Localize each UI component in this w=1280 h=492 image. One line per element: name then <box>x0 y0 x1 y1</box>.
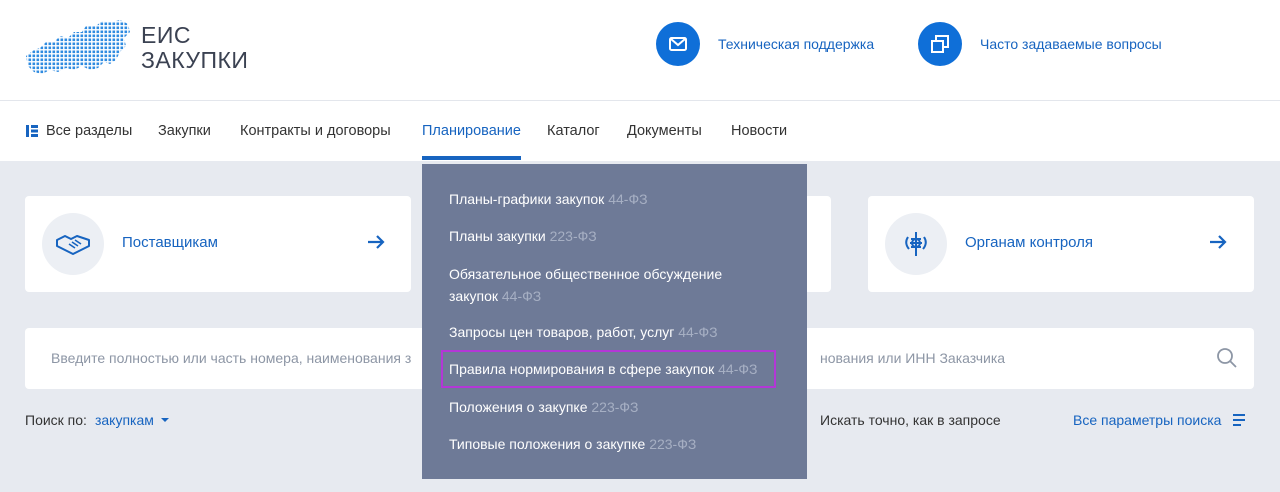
search-by-value: закупкам <box>94 412 154 428</box>
dropdown-item-label: Положения о закупке <box>449 399 588 415</box>
search-by-dropdown[interactable]: закупкам <box>95 412 170 428</box>
highlight-box <box>441 350 776 388</box>
suppliers-label: Поставщикам <box>122 234 218 251</box>
control-card[interactable]: Органам контроля <box>868 196 1254 292</box>
mail-icon <box>656 22 700 66</box>
dropdown-item-law: 223-ФЗ <box>549 228 597 244</box>
emblem-icon <box>885 213 947 275</box>
all-params-link[interactable]: Все параметры поиска <box>1073 412 1247 428</box>
search-icon[interactable] <box>1216 347 1238 369</box>
dropdown-item-law: 44-ФЗ <box>678 324 718 340</box>
dropdown-item-label: Планы закупки <box>449 228 546 244</box>
dropdown-item-label: Типовые положения о закупке <box>449 436 646 452</box>
nav-active-indicator <box>422 156 521 160</box>
dropdown-item-law: 223-ФЗ <box>649 436 697 452</box>
suppliers-card[interactable]: Поставщикам <box>25 196 411 292</box>
dropdown-item-label: Планы-графики закупок <box>449 191 605 207</box>
nav-contracts[interactable]: Контракты и договоры <box>240 101 391 161</box>
faq-label: Часто задаваемые вопросы <box>980 36 1162 52</box>
search-by-label: Поиск по: <box>25 412 87 428</box>
dropdown-item[interactable]: Обязательное общественное обсуждение зак… <box>449 263 722 307</box>
logo-line-1: ЕИС <box>141 22 191 48</box>
support-link[interactable]: Техническая поддержка <box>656 22 874 66</box>
search-placeholder: Введите полностью или часть номера, наим… <box>51 350 412 366</box>
nav-news[interactable]: Новости <box>731 101 787 161</box>
dropdown-item[interactable]: Типовые положения о закупке 223-ФЗ <box>449 433 696 455</box>
filter-lines-icon <box>1233 414 1246 426</box>
faq-link[interactable]: Часто задаваемые вопросы <box>918 22 1162 66</box>
nav-all-sections-label: Все разделы <box>46 123 133 139</box>
support-label: Техническая поддержка <box>718 36 875 52</box>
nav-all-sections[interactable]: Все разделы <box>25 101 132 161</box>
site-header: ЕИС ЗАКУПКИ Техническая поддержка Часто … <box>0 0 1280 101</box>
dropdown-item[interactable]: Запросы цен товаров, работ, услуг 44-ФЗ <box>449 321 718 343</box>
exact-search-label: Искать точно, как в запросе <box>820 412 1001 428</box>
search-by-row: Поиск по: закупкам <box>25 412 170 428</box>
planning-dropdown-menu: Планы-графики закупок 44-ФЗ Планы закупк… <box>422 164 807 479</box>
caret-down-icon <box>160 418 169 422</box>
dropdown-item-law: 44-ФЗ <box>501 288 542 304</box>
dropdown-item[interactable]: Положения о закупке 223-ФЗ <box>449 396 639 418</box>
sections-icon <box>26 125 38 137</box>
all-params-label: Все параметры поиска <box>1073 412 1222 428</box>
dropdown-item-label: Запросы цен товаров, работ, услуг <box>449 324 675 340</box>
arrow-right-icon <box>1210 235 1227 249</box>
logo-line-2: ЗАКУПКИ <box>141 47 249 73</box>
dropdown-item[interactable]: Планы-графики закупок 44-ФЗ <box>449 188 648 210</box>
nav-planning[interactable]: Планирование <box>422 101 521 161</box>
middle-card-edge <box>804 196 831 292</box>
dropdown-item-law: 44-ФЗ <box>608 191 648 207</box>
windows-icon <box>918 22 962 66</box>
search-placeholder-end: нования или ИНН Заказчика <box>820 350 1006 366</box>
nav-catalog[interactable]: Каталог <box>547 101 600 161</box>
dropdown-item-law: 223-ФЗ <box>591 399 639 415</box>
control-label: Органам контроля <box>965 234 1094 251</box>
eis-logo[interactable]: ЕИС ЗАКУПКИ <box>24 18 254 78</box>
main-nav: Все разделы Закупки Контракты и договоры… <box>0 101 1280 161</box>
russia-map-icon <box>26 20 130 74</box>
dropdown-item-label: Обязательное общественное обсуждение <box>449 266 723 282</box>
arrow-right-icon <box>368 235 385 249</box>
dropdown-item-label-cont: закупок <box>449 288 498 304</box>
dropdown-item[interactable]: Планы закупки 223-ФЗ <box>449 225 597 247</box>
handshake-icon <box>42 213 104 275</box>
exact-search-option[interactable]: Искать точно, как в запросе <box>820 412 1001 428</box>
nav-documents[interactable]: Документы <box>627 101 702 161</box>
nav-purchases[interactable]: Закупки <box>158 101 211 161</box>
